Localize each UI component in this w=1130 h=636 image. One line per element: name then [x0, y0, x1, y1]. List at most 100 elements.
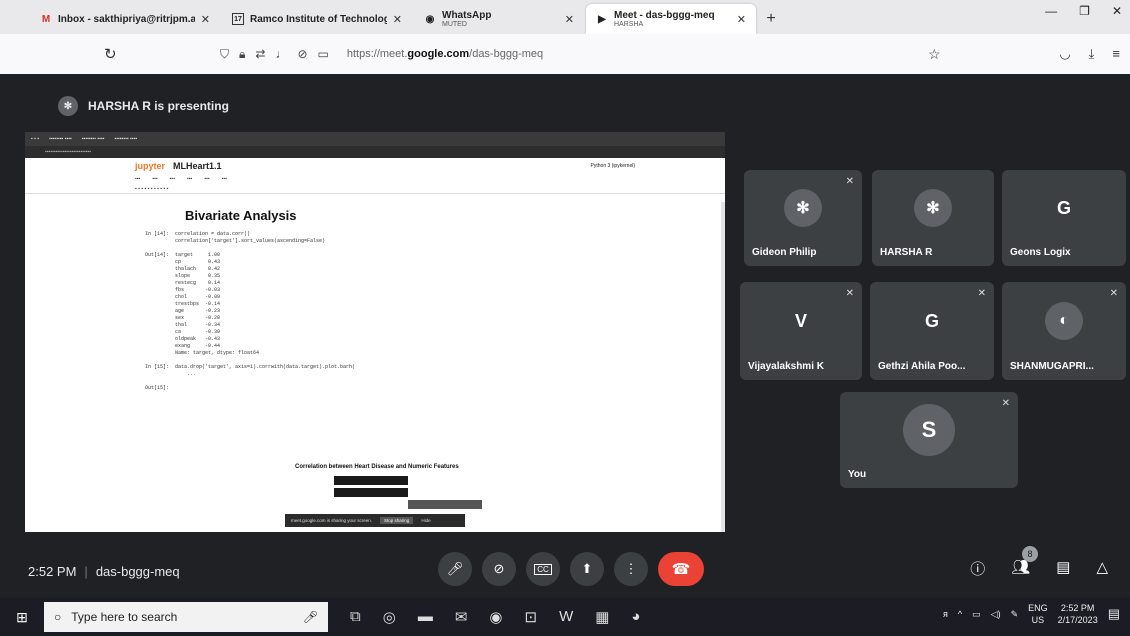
more-options-button[interactable]: ⋮	[614, 552, 648, 586]
bookmark-star-icon[interactable]: ☆	[928, 46, 941, 63]
jupyter-menu: ▪▪▪ ▪▪▪ ▪▪▪ ▪▪▪ ▪▪▪ ▪▪▪	[25, 174, 725, 184]
participant-tile[interactable]: ✕ G Gethzi Ahila Poo...	[870, 282, 994, 380]
close-window-icon[interactable]: ✕	[1112, 4, 1122, 18]
reload-icon[interactable]: ↻	[104, 45, 117, 63]
participant-photo: ✻	[914, 189, 952, 228]
new-tab-button[interactable]: +	[758, 4, 784, 34]
mail-icon[interactable]: ✉	[455, 608, 468, 626]
menu-placeholder: ▪▪▪	[186, 176, 193, 182]
code-line: restecg 0.14	[145, 280, 221, 286]
edge-icon[interactable]: ◎	[383, 608, 396, 626]
pocket-icon[interactable]: ◡	[1059, 46, 1070, 62]
meeting-info: 2:52 PM | das-bggg-meq	[28, 564, 180, 579]
captions-button[interactable]: CC	[526, 552, 560, 586]
voice-search-icon[interactable]: 🎤︎	[303, 610, 318, 624]
chat-icon[interactable]: ▤	[1056, 558, 1070, 579]
permissions-icon[interactable]: ⇄	[255, 47, 265, 61]
participant-tile[interactable]: G Geons Logix	[1002, 170, 1126, 266]
notebook-content: Bivariate Analysis In [14]: correlation …	[125, 202, 725, 532]
tab-gmail[interactable]: M Inbox - sakthipriya@ritrjpm.ac ✕	[30, 4, 220, 34]
notebook-heading: Bivariate Analysis	[185, 208, 297, 223]
code-line: Out[15]:	[145, 385, 170, 391]
toolbar-right-icons: ◡ ⤓ ≡	[1059, 46, 1120, 62]
tab-meet[interactable]: ▶ Meet - das-bggg-meq HARSHA ✕	[586, 4, 756, 34]
close-tab-icon[interactable]: ✕	[201, 13, 210, 26]
taskbar-clock[interactable]: 2:52 PM 2/17/2023	[1058, 602, 1098, 626]
search-icon: ○	[54, 610, 62, 624]
participant-name: Gethzi Ahila Poo...	[878, 361, 966, 372]
code-line: sex -0.28	[145, 315, 221, 321]
screen-share-indicator-icon[interactable]: ▭	[318, 47, 329, 61]
camera-toggle-button[interactable]: ⊘	[482, 552, 516, 586]
file-explorer-icon[interactable]: ▬	[418, 608, 433, 626]
taskbar-search[interactable]: ○ Type here to search 🎤︎	[44, 602, 328, 632]
mic-toggle-button[interactable]: 🎤︎	[438, 552, 472, 586]
tab-whatsapp[interactable]: ◉ WhatsApp MUTED ✕	[414, 4, 584, 34]
participant-tile[interactable]: ✻ HARSHA R	[872, 170, 994, 266]
jupyter-logo: jupyter	[135, 161, 166, 171]
people-icon[interactable]: 👥︎	[1011, 558, 1030, 579]
close-tab-icon[interactable]: ✕	[393, 13, 402, 26]
pen-icon[interactable]: ✎	[1011, 609, 1019, 620]
participant-tile[interactable]: ✕ ◐ SHANMUGAPRI...	[1002, 282, 1126, 380]
store-icon[interactable]: ⊡	[524, 608, 537, 626]
shared-tab: ▪ ▪ ▪	[31, 136, 40, 142]
presenting-text: HARSHA R is presenting	[88, 99, 229, 113]
tab-sublabel: HARSHA	[614, 21, 644, 28]
stop-sharing-button: Stop sharing	[380, 517, 414, 524]
volume-icon[interactable]: ◁)	[991, 609, 1001, 620]
show-hidden-icon[interactable]: ^	[958, 609, 962, 619]
chrome-icon[interactable]: ◉	[489, 608, 502, 626]
notebook-name: MLHeart1.1	[173, 161, 222, 171]
tab-label-wrap: WhatsApp MUTED	[442, 10, 559, 28]
presenter-avatar: ✻	[58, 96, 78, 116]
chart-title: Correlation between Heart Disease and Nu…	[295, 464, 459, 470]
meeting-details-icon[interactable]: ⓘ	[970, 558, 985, 579]
firefox-icon[interactable]: ◕	[631, 608, 640, 626]
network-icon[interactable]: ▭	[972, 609, 981, 620]
jupyter-header: jupyter MLHeart1.1 Python 3 (ipykernel)	[25, 158, 725, 174]
maximize-icon[interactable]: ❐	[1079, 4, 1090, 18]
shared-tab: ▪▪▪▪▪▪▪▪ ▪▪▪▪	[114, 136, 138, 142]
menu-placeholder: ▪▪▪	[204, 176, 210, 182]
close-tab-icon[interactable]: ✕	[737, 13, 746, 26]
gmail-icon: M	[41, 13, 51, 25]
shield-icon: ⛉	[220, 46, 230, 61]
notice-text: meet.google.com is sharing your screen.	[291, 518, 373, 523]
address-bar[interactable]: ⛉ 🔒︎ ⇄ ♩ ⊘ ▭ https://meet.google.com/das…	[220, 47, 543, 62]
side-controls: ⓘ 👥︎ ▤ △	[970, 558, 1108, 579]
jupyter-toolbar: ▪ ▪ ▪ ▪ ▪ ▪ ▪ ▪ ▪ ▪ ▪	[25, 184, 725, 194]
code-line: thal -0.34	[145, 322, 221, 328]
camera-permission-icon[interactable]: ⊘	[297, 47, 307, 61]
captions-icon: CC	[534, 563, 552, 575]
participant-tile[interactable]: ✕ V Vijayalakshmi K	[740, 282, 862, 380]
tab-ramco[interactable]: 17 Ramco Institute of Technolog ✕	[222, 4, 412, 34]
shared-browser-tabs: ▪ ▪ ▪ ▪▪▪▪▪▪▪▪ ▪▪▪▪ ▪▪▪▪▪▪▪▪ ▪▪▪▪ ▪▪▪▪▪▪…	[25, 132, 725, 146]
word-icon[interactable]: W	[559, 608, 573, 626]
mic-off-icon: ✕	[845, 288, 854, 299]
present-button[interactable]: ⬆	[570, 552, 604, 586]
people-tray-icon[interactable]: ᴙ	[943, 609, 948, 619]
mic-permission-icon[interactable]: ♩	[275, 47, 287, 61]
url-text[interactable]: https://meet.google.com/das-bggg-meq	[347, 48, 543, 60]
participant-name: SHANMUGAPRI...	[1010, 361, 1094, 372]
download-icon[interactable]: ⤓	[1089, 46, 1095, 62]
windows-start-icon[interactable]: ⊞	[0, 598, 44, 636]
task-view-icon[interactable]: ⧉	[350, 608, 361, 626]
menu-icon[interactable]: ≡	[1112, 46, 1120, 62]
participant-name: Gideon Philip	[752, 247, 817, 258]
app-icon[interactable]: ▦	[595, 608, 609, 626]
participant-name: Vijayalakshmi K	[748, 361, 824, 372]
notifications-icon[interactable]: ▤	[1108, 606, 1120, 622]
self-tile[interactable]: ✕ S You	[840, 392, 1018, 488]
minimize-icon[interactable]: —	[1045, 4, 1057, 18]
mic-off-icon: 🎤︎	[446, 561, 464, 576]
participant-tile[interactable]: ✕ ✻ Gideon Philip	[744, 170, 862, 266]
code-line: exang -0.44	[145, 343, 221, 349]
language-indicator[interactable]: ENG US	[1028, 602, 1048, 626]
close-tab-icon[interactable]: ✕	[565, 13, 574, 26]
leave-call-button[interactable]: ☎	[658, 552, 704, 586]
activities-icon[interactable]: △	[1096, 558, 1108, 579]
